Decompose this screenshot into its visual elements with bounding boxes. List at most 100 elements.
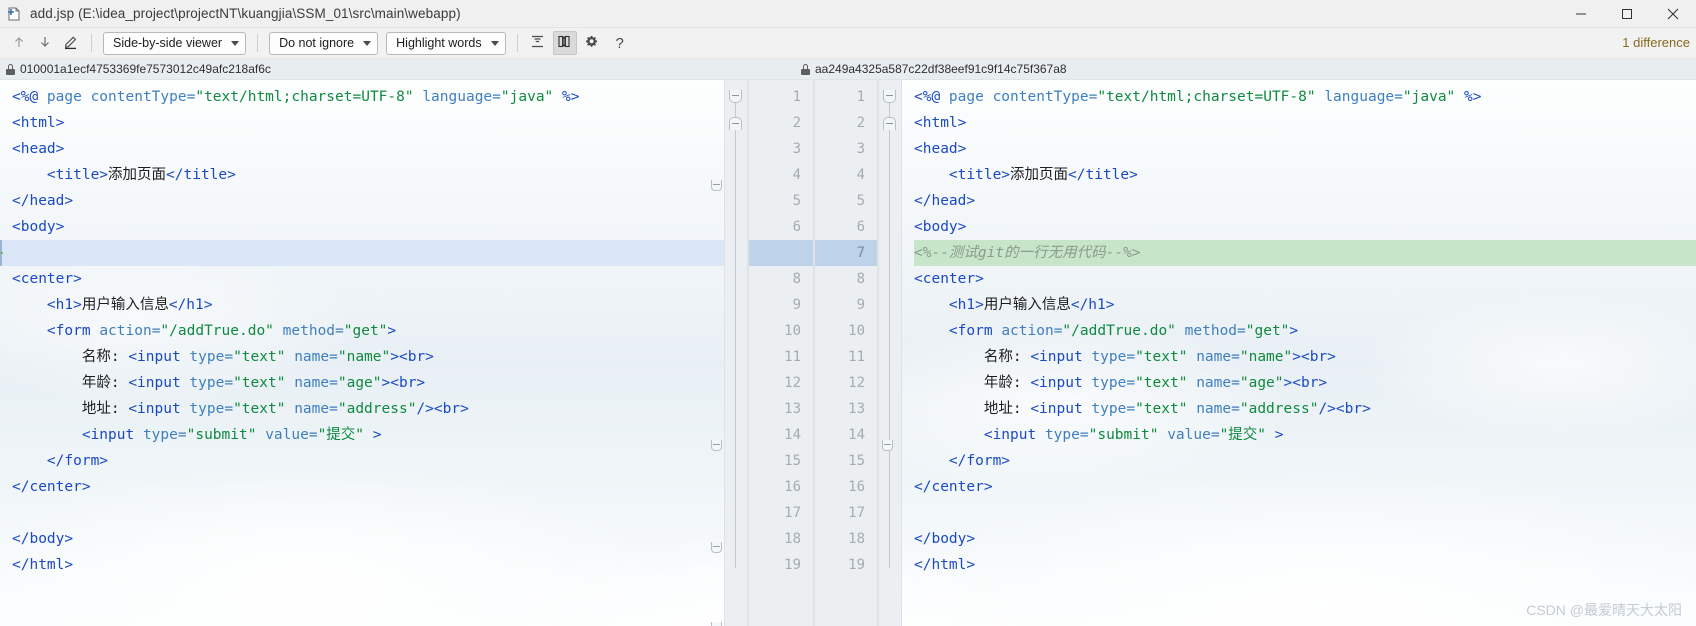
- viewer-mode-dropdown[interactable]: Side-by-side viewer: [103, 31, 247, 55]
- code-line[interactable]: </body>: [914, 526, 1696, 552]
- code-line[interactable]: <body>: [12, 214, 724, 240]
- code-line[interactable]: <%@ page contentType="text/html;charset=…: [914, 84, 1696, 110]
- collapse-unchanged-button[interactable]: [527, 32, 549, 54]
- code-line[interactable]: <head>: [914, 136, 1696, 162]
- line-number: 5: [856, 193, 865, 209]
- right-code-area[interactable]: <%@ page contentType="text/html;charset=…: [902, 80, 1696, 626]
- code-line[interactable]: </center>: [914, 474, 1696, 500]
- code-line[interactable]: </center>: [12, 474, 724, 500]
- code-line[interactable]: 名称: <input type="text" name="name"><br>: [12, 344, 724, 370]
- code-token: value=: [1167, 427, 1220, 443]
- code-line[interactable]: [12, 240, 724, 266]
- code-token: type=: [1091, 401, 1136, 417]
- line-number: 7: [815, 240, 877, 266]
- line-number: 12: [848, 375, 865, 391]
- code-line[interactable]: 名称: <input type="text" name="name"><br>: [914, 344, 1696, 370]
- code-line[interactable]: <center>: [914, 266, 1696, 292]
- whitespace-mode-dropdown[interactable]: Do not ignore: [269, 31, 379, 55]
- code-line[interactable]: </body>: [12, 526, 724, 552]
- code-line[interactable]: 年龄: <input type="text" name="age"><br>: [12, 370, 724, 396]
- previous-difference-button[interactable]: [8, 32, 30, 54]
- fold-guide-line: [735, 90, 736, 569]
- code-line[interactable]: </form>: [12, 448, 724, 474]
- code-line[interactable]: <h1>用户输入信息</h1>: [12, 292, 724, 318]
- code-token: type=: [189, 349, 234, 365]
- line-number: 14: [848, 427, 865, 443]
- left-code-area[interactable]: <%@ page contentType="text/html;charset=…: [0, 80, 724, 626]
- highlight-mode-dropdown[interactable]: Highlight words: [386, 31, 506, 55]
- code-line[interactable]: <input type="submit" value="提交" >: [914, 422, 1696, 448]
- code-line[interactable]: <html>: [914, 110, 1696, 136]
- code-token: "text/html;charset=UTF-8": [1097, 89, 1316, 105]
- fold-gap-marker[interactable]: [711, 440, 722, 451]
- right-fold-column[interactable]: [879, 80, 901, 626]
- code-token: "text": [233, 375, 286, 391]
- code-line[interactable]: 地址: <input type="text" name="address"/><…: [12, 396, 724, 422]
- fold-gap-marker[interactable]: [711, 180, 722, 191]
- fold-region-end-icon[interactable]: [729, 117, 742, 130]
- code-line[interactable]: <body>: [914, 214, 1696, 240]
- code-line[interactable]: </head>: [914, 188, 1696, 214]
- code-token: /><br>: [1318, 401, 1371, 417]
- code-token: "submit": [186, 427, 257, 443]
- code-line[interactable]: <center>: [12, 266, 724, 292]
- revision-bar: 010001a1ecf4753369fe7573012c49afc218af6c…: [0, 59, 1696, 80]
- code-token: <input: [914, 427, 1045, 443]
- code-line[interactable]: </html>: [12, 552, 724, 578]
- code-line[interactable]: <title>添加页面</title>: [12, 162, 724, 188]
- viewer-mode-label: Side-by-side viewer: [113, 36, 223, 50]
- edit-source-button[interactable]: [60, 32, 82, 54]
- code-line[interactable]: </form>: [914, 448, 1696, 474]
- line-number: 6: [856, 219, 865, 235]
- left-code-lines[interactable]: <%@ page contentType="text/html;charset=…: [0, 80, 724, 578]
- lock-icon: [801, 63, 810, 75]
- right-code-pane[interactable]: <%@ page contentType="text/html;charset=…: [902, 80, 1696, 626]
- left-code-pane[interactable]: <%@ page contentType="text/html;charset=…: [0, 80, 724, 626]
- right-revision[interactable]: aa249a4325a587c22df38eef91c9f14c75f367a8: [801, 62, 1067, 76]
- code-token: language=: [422, 89, 501, 105]
- code-line[interactable]: </html>: [914, 552, 1696, 578]
- line-number: 1: [792, 89, 801, 105]
- left-fold-gutter[interactable]: [724, 80, 748, 626]
- settings-button[interactable]: [581, 32, 603, 54]
- code-line[interactable]: [914, 500, 1696, 526]
- minimize-button[interactable]: [1558, 0, 1604, 27]
- fold-region-start-icon[interactable]: [729, 90, 742, 103]
- code-line[interactable]: </head>: [12, 188, 724, 214]
- code-line[interactable]: 年龄: <input type="text" name="age"><br>: [914, 370, 1696, 396]
- code-line[interactable]: <%@ page contentType="text/html;charset=…: [12, 84, 724, 110]
- line-number: 8: [792, 271, 801, 287]
- code-token: ><br>: [1292, 349, 1336, 365]
- collapse-unchanged-icon: [530, 34, 545, 52]
- diff-viewer-window: add.jsp (E:\idea_project\projectNT\kuang…: [0, 0, 1696, 626]
- fold-gap-marker[interactable]: [882, 440, 893, 451]
- code-line[interactable]: 地址: <input type="text" name="address"/><…: [914, 396, 1696, 422]
- code-line[interactable]: <html>: [12, 110, 724, 136]
- close-button[interactable]: [1650, 0, 1696, 27]
- maximize-button[interactable]: [1604, 0, 1650, 27]
- code-line[interactable]: <form action="/addTrue.do" method="get">: [914, 318, 1696, 344]
- code-line[interactable]: <input type="submit" value="提交" >: [12, 422, 724, 448]
- code-token: "java": [1402, 89, 1456, 105]
- code-line[interactable]: <title>添加页面</title>: [914, 162, 1696, 188]
- toolbar-divider: [91, 34, 92, 52]
- code-line[interactable]: <form action="/addTrue.do" method="get">: [12, 318, 724, 344]
- right-code-lines[interactable]: <%@ page contentType="text/html;charset=…: [902, 80, 1696, 578]
- code-line[interactable]: [12, 500, 724, 526]
- synchronize-scroll-button[interactable]: [552, 31, 577, 55]
- right-fold-gutter[interactable]: [878, 80, 902, 626]
- left-fold-column[interactable]: [725, 80, 747, 626]
- fold-gap-marker[interactable]: [711, 542, 722, 553]
- help-button[interactable]: ?: [611, 35, 629, 52]
- fold-gap-marker[interactable]: [711, 622, 722, 626]
- code-token: type=: [1091, 349, 1136, 365]
- code-line[interactable]: <h1>用户输入信息</h1>: [914, 292, 1696, 318]
- fold-region-end-icon[interactable]: [883, 117, 896, 130]
- code-token: <h1>: [12, 297, 82, 313]
- left-revision[interactable]: 010001a1ecf4753369fe7573012c49afc218af6c: [6, 62, 271, 76]
- next-difference-button[interactable]: [34, 32, 56, 54]
- code-line[interactable]: <%--测试git的一行无用代码--%>: [914, 240, 1696, 266]
- fold-region-start-icon[interactable]: [883, 90, 896, 103]
- code-line[interactable]: <head>: [12, 136, 724, 162]
